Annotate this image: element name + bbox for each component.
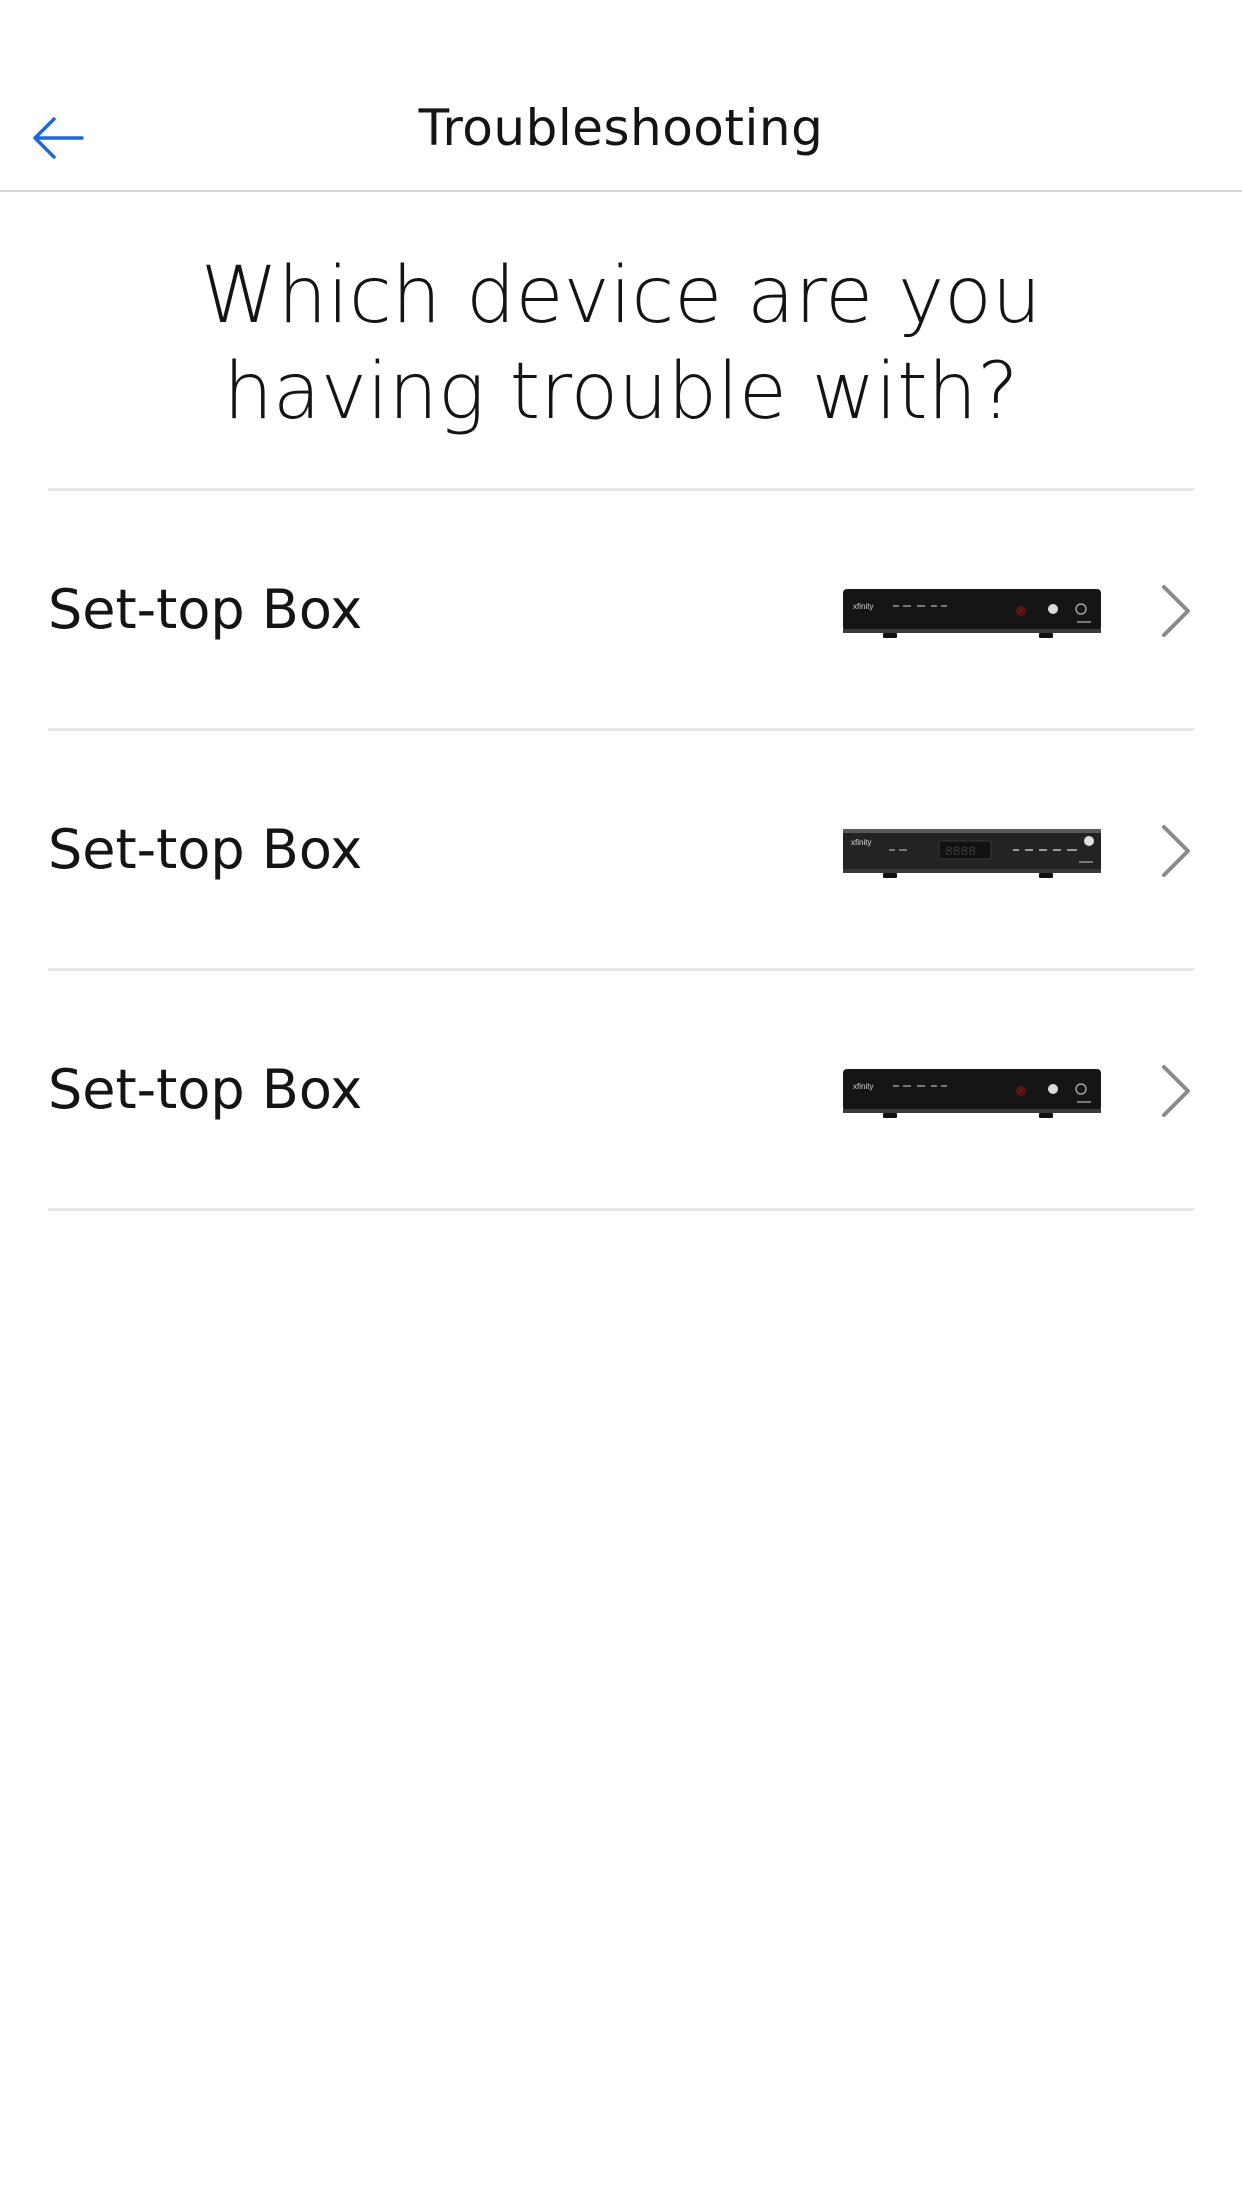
device-label: Set-top Box bbox=[48, 1058, 363, 1121]
device-row-3[interactable]: Set-top Box xfinity bbox=[48, 971, 1194, 1211]
question-heading: Which device are you having trouble with… bbox=[0, 248, 1242, 440]
svg-text:xfinity: xfinity bbox=[851, 838, 871, 847]
navigation-bar: Troubleshooting bbox=[0, 0, 1242, 192]
svg-text:xfinity: xfinity bbox=[853, 1082, 873, 1091]
set-top-box-image: xfinity 8888 bbox=[843, 829, 1101, 878]
set-top-box-image: xfinity bbox=[843, 589, 1101, 638]
set-top-box-image: xfinity bbox=[843, 1069, 1101, 1118]
device-label: Set-top Box bbox=[48, 578, 363, 641]
chevron-right-icon bbox=[1162, 1065, 1190, 1117]
chevron-right-icon bbox=[1162, 825, 1190, 877]
page-title: Troubleshooting bbox=[418, 99, 824, 157]
device-row-2[interactable]: Set-top Box xfinity 8888 bbox=[48, 731, 1194, 971]
svg-text:xfinity: xfinity bbox=[853, 602, 873, 611]
device-list: Set-top Box xfinity Set-top Box xfinity … bbox=[48, 488, 1194, 1211]
question-line-1: Which device are you bbox=[200, 251, 1042, 341]
device-label: Set-top Box bbox=[48, 818, 363, 881]
device-row-1[interactable]: Set-top Box xfinity bbox=[48, 491, 1194, 731]
chevron-right-icon bbox=[1162, 585, 1190, 637]
svg-text:8888: 8888 bbox=[945, 844, 976, 859]
question-line-2: having trouble with? bbox=[223, 347, 1019, 437]
